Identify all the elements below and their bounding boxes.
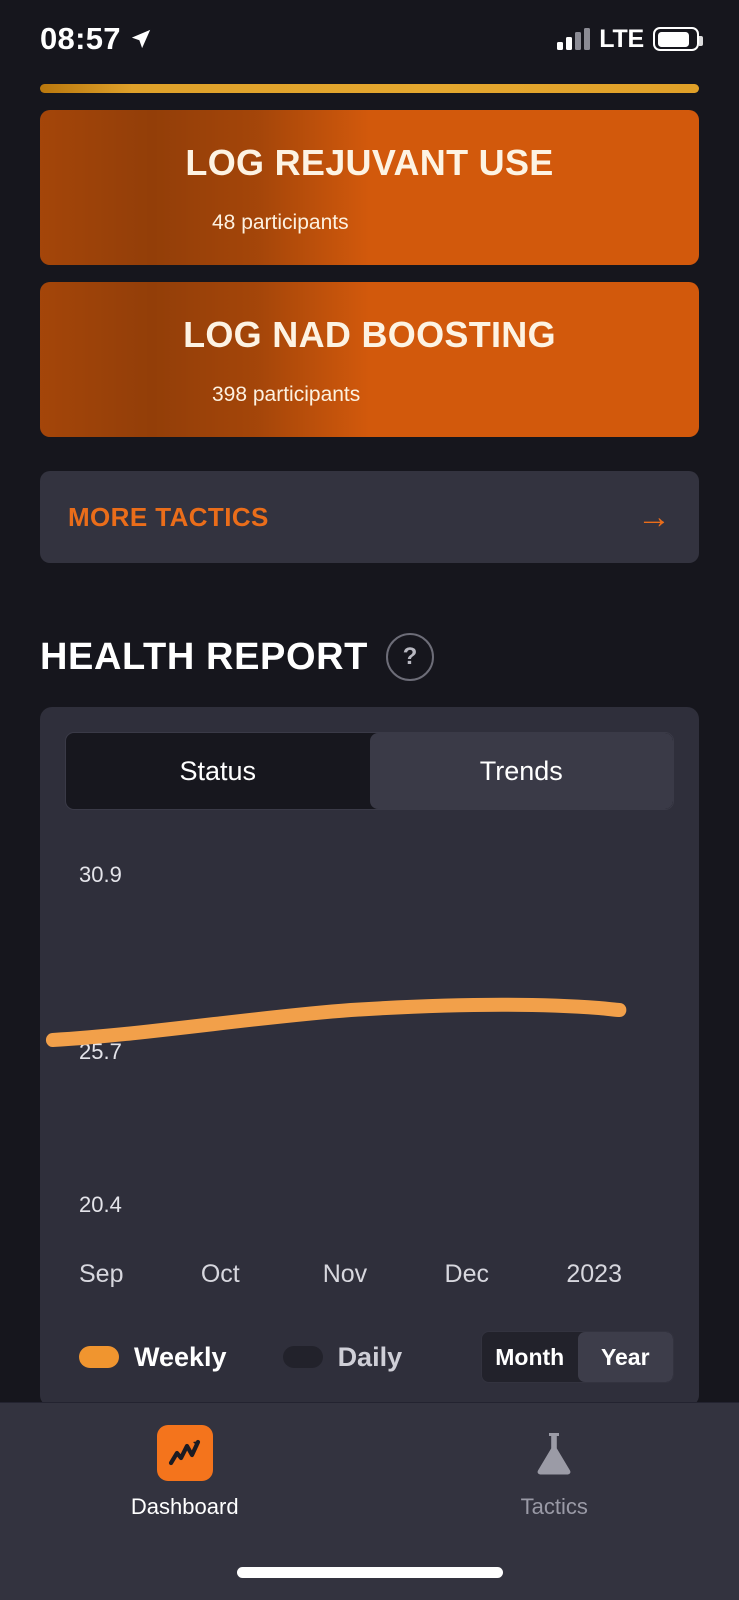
more-tactics-label: MORE TACTICS bbox=[68, 501, 269, 532]
location-arrow-icon bbox=[131, 29, 150, 49]
status-trends-tabs[interactable]: Status Trends bbox=[65, 732, 674, 810]
chart-series-weekly bbox=[45, 997, 627, 1047]
partial-card-sliver[interactable] bbox=[40, 84, 699, 93]
tab-label-tactics: Tactics bbox=[520, 1494, 588, 1519]
chart-legend-row: Weekly Daily Month Year bbox=[65, 1331, 674, 1383]
scroll-content: LOG REJUVANT USE 48 participants LOG NAD… bbox=[0, 78, 739, 1407]
legend-label-daily: Daily bbox=[337, 1341, 403, 1372]
x-axis-tick-dec: Dec bbox=[444, 1260, 489, 1288]
status-bar-right: LTE bbox=[557, 24, 703, 54]
home-indicator bbox=[236, 1567, 503, 1578]
tab-label-dashboard: Dashboard bbox=[130, 1494, 239, 1519]
network-type-label: LTE bbox=[599, 24, 644, 53]
help-icon[interactable]: ? bbox=[385, 633, 434, 681]
status-time: 08:57 bbox=[40, 21, 121, 56]
x-axis-tick-sep: Sep bbox=[79, 1260, 124, 1288]
health-report-header: HEALTH REPORT ? bbox=[40, 633, 739, 681]
x-axis-tick-oct: Oct bbox=[200, 1260, 240, 1288]
legend-label-weekly: Weekly bbox=[134, 1341, 227, 1372]
tactic-card-title: LOG NAD BOOSTING bbox=[183, 314, 556, 355]
app-screen: 08:57 LTE LOG REJUVANT USE 48 participan… bbox=[0, 0, 739, 1600]
flask-icon bbox=[526, 1425, 582, 1481]
chart-plot-area bbox=[45, 997, 627, 1047]
bottom-tab-bar: Dashboard Tactics bbox=[0, 1402, 739, 1600]
legend-item-daily[interactable]: Daily bbox=[282, 1341, 403, 1373]
tactic-card-participants: 48 participants bbox=[212, 211, 349, 234]
page-title: HEALTH REPORT bbox=[40, 635, 368, 678]
x-axis-labels: Sep Oct Nov Dec 2023 bbox=[65, 1260, 674, 1289]
status-bar: 08:57 LTE bbox=[0, 0, 739, 78]
battery-icon bbox=[653, 27, 703, 51]
flask-glyph bbox=[537, 1433, 571, 1475]
arrow-right-icon: → bbox=[637, 498, 671, 536]
tactic-card-nad-boosting[interactable]: LOG NAD BOOSTING 398 participants bbox=[40, 282, 699, 437]
tactic-card-rejuvant[interactable]: LOG REJUVANT USE 48 participants bbox=[40, 110, 699, 265]
chart-line-icon bbox=[156, 1425, 213, 1481]
signal-bars-icon bbox=[557, 28, 591, 50]
tab-tactics[interactable]: Tactics bbox=[370, 1425, 739, 1520]
tactic-card-title: LOG REJUVANT USE bbox=[185, 142, 554, 183]
legend-swatch-weekly bbox=[79, 1346, 119, 1368]
tactic-card-participants: 398 participants bbox=[212, 383, 361, 406]
legend-swatch-daily bbox=[282, 1346, 323, 1368]
health-report-card: Status Trends 30.9 25.7 20.4 Sep Oct Nov… bbox=[40, 707, 699, 1407]
range-option-month[interactable]: Month bbox=[482, 1332, 578, 1382]
more-tactics-button[interactable]: MORE TACTICS → bbox=[40, 471, 699, 563]
x-axis-tick-year: 2023 bbox=[566, 1260, 622, 1288]
help-glyph: ? bbox=[402, 643, 418, 670]
trend-chart: 30.9 25.7 20.4 bbox=[45, 862, 674, 1254]
tab-status[interactable]: Status bbox=[66, 733, 370, 809]
status-bar-left: 08:57 bbox=[40, 21, 152, 57]
range-option-year[interactable]: Year bbox=[577, 1332, 673, 1382]
chart-line-glyph bbox=[168, 1439, 200, 1466]
tab-dashboard[interactable]: Dashboard bbox=[0, 1425, 370, 1520]
tab-trends[interactable]: Trends bbox=[369, 733, 673, 809]
legend-item-weekly[interactable]: Weekly bbox=[79, 1342, 227, 1373]
range-toggle[interactable]: Month Year bbox=[481, 1331, 674, 1383]
x-axis-tick-nov: Nov bbox=[322, 1260, 368, 1288]
